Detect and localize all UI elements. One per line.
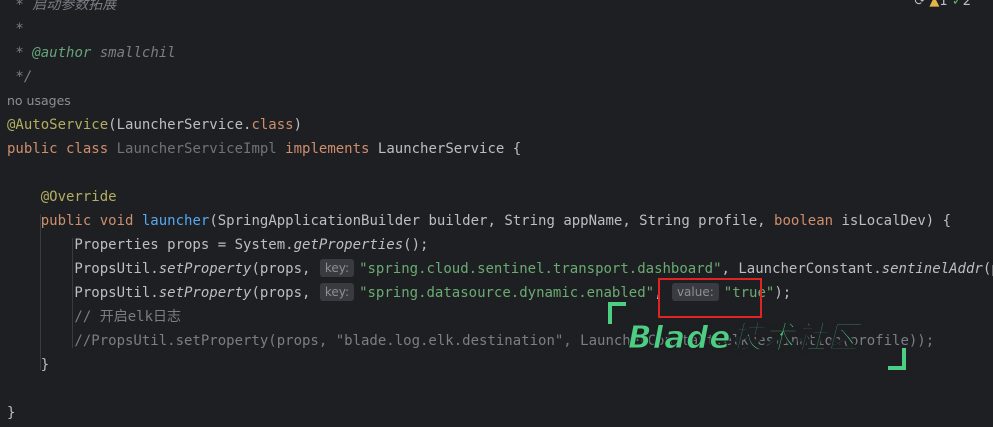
code-token: } bbox=[7, 357, 50, 373]
annotation-token: @AutoService bbox=[7, 117, 109, 133]
keyword-token: class bbox=[57, 141, 117, 157]
code-token: PropsUtil. bbox=[7, 285, 159, 301]
keyword-token: implements bbox=[276, 141, 378, 157]
static-call-token: setProperty bbox=[158, 285, 252, 301]
doc-tag: @author bbox=[32, 45, 92, 61]
code-line-override[interactable]: @Override bbox=[7, 185, 117, 209]
code-line-doc-author[interactable]: * @author smallchil bbox=[7, 41, 176, 65]
static-call-token: setProperty bbox=[158, 261, 252, 277]
corner-bracket-bottom-right bbox=[888, 348, 906, 370]
code-token: (LauncherService. bbox=[108, 117, 252, 133]
check-count: 2 bbox=[962, 0, 971, 9]
corner-bracket-top-left bbox=[608, 302, 626, 324]
usages-text: no usages bbox=[7, 93, 71, 108]
watermark-text: Blade技术社区 bbox=[627, 320, 860, 357]
comment-text: * bbox=[7, 21, 24, 37]
comment-text: smallchil bbox=[91, 45, 176, 61]
static-call-token: sentinelAddr bbox=[881, 261, 983, 277]
watermark: Blade技术社区 bbox=[608, 302, 908, 370]
code-line-comment-elk[interactable]: // 开启elk日志 bbox=[7, 305, 181, 329]
keyword-token: public bbox=[7, 213, 92, 229]
sync-icon: ⟳ bbox=[914, 0, 926, 9]
usages-hint[interactable]: no usages bbox=[7, 89, 71, 113]
comment-text: * bbox=[7, 45, 33, 61]
code-token: (SpringApplicationBuilder builder, Strin… bbox=[209, 213, 775, 229]
keyword-token: class bbox=[251, 117, 294, 133]
check-icon: ✓ bbox=[951, 0, 963, 9]
parameter-hint: key: bbox=[319, 259, 355, 277]
code-token: (); bbox=[403, 237, 429, 253]
annotation-token: @Override bbox=[7, 189, 117, 205]
code-token: LauncherService { bbox=[377, 141, 522, 157]
code-line-props-decl[interactable]: Properties props = System.getProperties(… bbox=[7, 233, 428, 257]
string-token: "spring.cloud.sentinel.transport.dashboa… bbox=[359, 261, 722, 277]
code-line-doc-end[interactable]: */ bbox=[7, 65, 32, 89]
code-line-doc-title[interactable]: * 启动参数拓展 bbox=[7, 0, 116, 17]
code-token: (profile bbox=[982, 261, 993, 277]
code-editor[interactable]: ⟳ ▲1 ✓2 * 启动参数拓展 * * @author smallchil *… bbox=[0, 0, 993, 427]
static-call-token: getProperties bbox=[293, 237, 404, 253]
keyword-token: boolean bbox=[774, 213, 834, 229]
warning-count: 1 bbox=[939, 0, 948, 9]
code-line-doc-blank[interactable]: * bbox=[7, 17, 24, 41]
comment-text: // 开启elk日志 bbox=[7, 309, 182, 325]
code-token: isLocalDev) { bbox=[833, 213, 952, 229]
string-token: "spring.datasource.dynamic.enabled" bbox=[359, 285, 655, 301]
code-token: (props, bbox=[251, 285, 319, 301]
keyword-token: public bbox=[7, 141, 58, 157]
code-line-method-close[interactable]: } bbox=[7, 353, 49, 377]
code-line-method-decl[interactable]: public void launcher(SpringApplicationBu… bbox=[7, 209, 951, 233]
comment-text: * 启动参数拓展 bbox=[7, 0, 117, 13]
inspection-widget[interactable]: ⟳ ▲1 ✓2 bbox=[914, 0, 971, 9]
code-token: } bbox=[7, 405, 16, 421]
code-token: , LauncherConstant. bbox=[721, 261, 882, 277]
code-line-annotation[interactable]: @AutoService(LauncherService.class) bbox=[7, 113, 302, 137]
parameter-hint: key: bbox=[319, 283, 355, 301]
warning-icon: ▲ bbox=[929, 0, 940, 9]
code-line-class-close[interactable]: } bbox=[7, 401, 15, 425]
code-token: PropsUtil. bbox=[7, 261, 159, 277]
code-token: Properties props = System. bbox=[7, 237, 294, 253]
method-name-token: launcher bbox=[141, 213, 210, 229]
code-token: (props, bbox=[251, 261, 319, 277]
class-name-token: LauncherServiceImpl bbox=[116, 141, 277, 157]
comment-text: */ bbox=[7, 69, 33, 85]
keyword-token: void bbox=[91, 213, 142, 229]
code-token: ) bbox=[293, 117, 303, 133]
code-line-class-decl[interactable]: public class LauncherServiceImpl impleme… bbox=[7, 137, 521, 161]
code-line-set-sentinel[interactable]: PropsUtil.setProperty(props, key: "spring… bbox=[7, 257, 993, 281]
code-token: ); bbox=[774, 285, 792, 301]
